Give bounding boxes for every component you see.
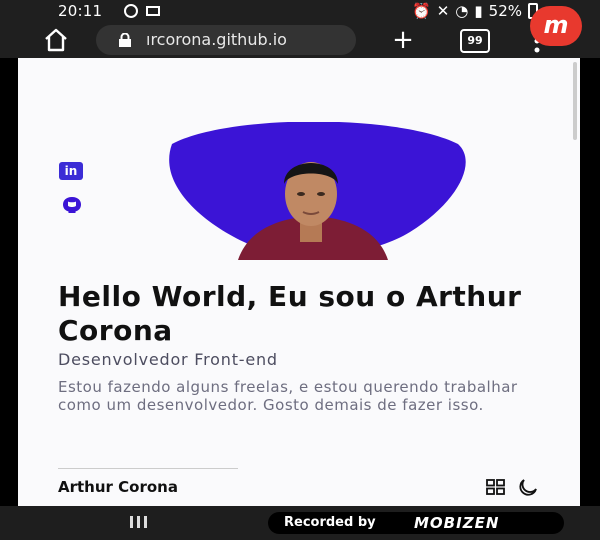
mobizen-logo: MOBIZEN <box>414 514 500 532</box>
status-bar: 20:11 ⏰ ✕ ◔ ▮ 52% <box>0 0 600 22</box>
divider <box>58 468 238 469</box>
alarm-icon: ⏰ <box>412 2 431 20</box>
recents-bar <box>137 516 140 528</box>
notification-icons <box>124 4 160 18</box>
moon-icon[interactable] <box>514 478 538 496</box>
lock-icon <box>119 33 131 47</box>
social-links: in <box>59 162 85 214</box>
status-right: ⏰ ✕ ◔ ▮ 52% <box>412 2 538 20</box>
profile-photo <box>284 162 338 242</box>
home-button[interactable] <box>43 28 69 52</box>
url-bar[interactable]: ırcorona.github.io <box>96 25 356 55</box>
browser-toolbar: ırcorona.github.io + 99 <box>0 22 600 58</box>
status-time: 20:11 <box>58 2 103 20</box>
footer-logo-name[interactable]: Arthur Corona <box>58 478 178 496</box>
hero-title: Hello World, Eu sou o Arthur Corona <box>58 280 522 347</box>
android-nav-bar: Recorded by MOBIZEN <box>0 506 600 540</box>
recents-bar <box>130 516 133 528</box>
recorded-by-label: Recorded by <box>284 515 376 530</box>
mute-icon: ✕ <box>436 2 450 20</box>
signal-icon: ▮ <box>474 2 483 20</box>
recents-button[interactable] <box>130 516 147 528</box>
mobizen-floating-button[interactable]: m <box>530 6 582 46</box>
home-icon <box>45 28 67 52</box>
new-tab-button[interactable]: + <box>390 26 416 54</box>
hero-description: Estou fazendo alguns freelas, e estou qu… <box>58 378 518 414</box>
url-text: ırcorona.github.io <box>146 30 287 49</box>
recording-watermark: Recorded by MOBIZEN <box>268 512 564 534</box>
linkedin-icon[interactable]: in <box>59 162 83 180</box>
wifi-icon: ◔ <box>455 2 469 20</box>
battery-percent: 52% <box>488 2 522 20</box>
recents-bar <box>144 516 147 528</box>
web-page: in Hello World, Eu sou o Arthur Corona D… <box>18 58 580 506</box>
mail-icon <box>146 6 160 16</box>
tabs-button[interactable]: 99 <box>460 29 490 53</box>
hero-subtitle: Desenvolvedor Front-end <box>58 350 278 369</box>
grid-icon[interactable] <box>486 479 506 495</box>
notification-icon <box>124 4 138 18</box>
page-scrollbar[interactable] <box>573 62 577 140</box>
github-icon[interactable] <box>61 196 83 214</box>
